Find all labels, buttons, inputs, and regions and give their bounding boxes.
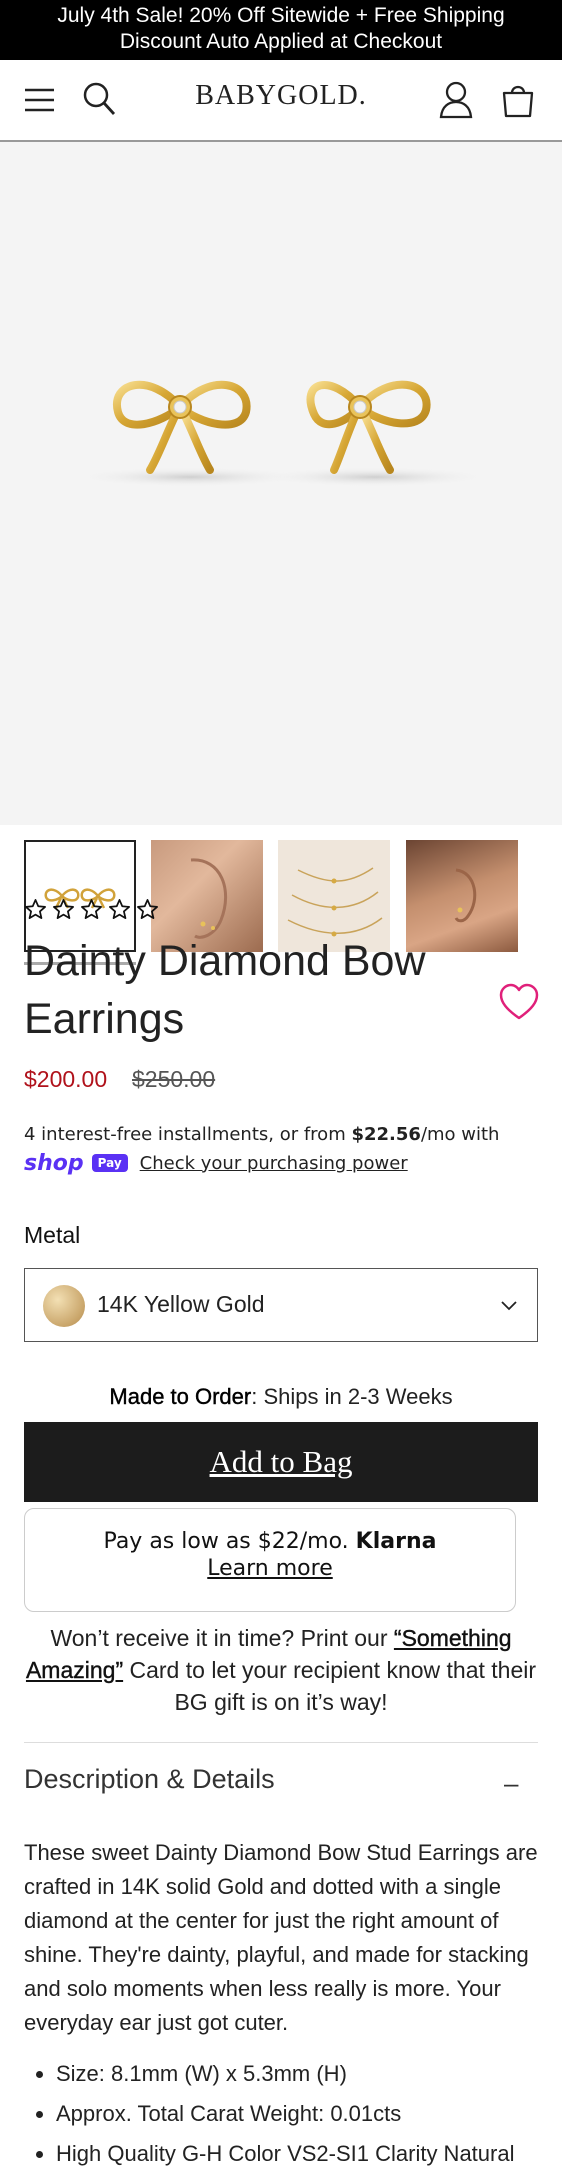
- shipping-info: Made to Order: Ships in 2-3 Weeks: [0, 1384, 562, 1410]
- star-icon: [53, 899, 74, 919]
- details-list: Size: 8.1mm (W) x 5.3mm (H) Approx. Tota…: [24, 2054, 554, 2174]
- announcement-bar: July 4th Sale! 20% Off Sitewide + Free S…: [0, 0, 562, 60]
- klarna-logo: Klarna: [355, 1529, 437, 1554]
- bow-earrings-image: [75, 380, 490, 487]
- klarna-price-text: Pay as low as $22/mo.: [103, 1529, 356, 1554]
- metal-label: Metal: [24, 1222, 81, 1248]
- klarna-text: Pay as low as $22/mo. Klarna: [25, 1529, 515, 1554]
- collapse-icon[interactable]: –: [504, 1768, 518, 1799]
- gift-card-promo: Won’t receive it in time? Print our “Som…: [24, 1622, 538, 1718]
- product-title: Dainty Diamond Bow Earrings: [24, 937, 426, 1043]
- chevron-down-icon: [501, 1301, 517, 1311]
- details-list-item: Approx. Total Carat Weight: 0.01cts: [56, 2094, 554, 2134]
- details-list-item: Size: 8.1mm (W) x 5.3mm (H): [56, 2054, 554, 2094]
- description-body: These sweet Dainty Diamond Bow Stud Earr…: [24, 1840, 538, 2035]
- ship-text: : Ships in 2-3 Weeks: [251, 1384, 453, 1409]
- promo-before: Won’t receive it in time? Print our: [50, 1625, 394, 1651]
- metal-swatch: [43, 1285, 85, 1327]
- add-to-bag-button[interactable]: Add to Bag: [24, 1422, 538, 1502]
- bag-icon[interactable]: [498, 80, 538, 120]
- installments-amount: $22.56: [351, 1124, 421, 1145]
- rating-stars[interactable]: [24, 898, 159, 926]
- account-icon[interactable]: [436, 80, 476, 120]
- metal-select[interactable]: 14K Yellow Gold: [24, 1268, 538, 1342]
- description-heading[interactable]: Description & Details: [24, 1764, 275, 1795]
- star-icon: [137, 899, 158, 919]
- klarna-banner[interactable]: Pay as low as $22/mo. Klarna Learn more: [24, 1508, 516, 1612]
- details-list-item: High Quality G-H Color VS2-SI1 Clarity N…: [56, 2134, 554, 2174]
- installments-prefix: 4 interest-free installments, or from: [24, 1124, 352, 1145]
- klarna-learn-more-link[interactable]: Learn more: [25, 1556, 515, 1581]
- compare-price: $250.00: [132, 1066, 216, 1092]
- installments-text: 4 interest-free installments, or from $2…: [24, 1122, 544, 1148]
- metal-selected-value: 14K Yellow Gold: [97, 1291, 265, 1317]
- shop-pay-badge: Pay: [91, 1154, 128, 1172]
- section-divider: [24, 1742, 538, 1743]
- shop-pay-logo: shop: [24, 1150, 84, 1176]
- announcement-line-1: July 4th Sale! 20% Off Sitewide + Free S…: [57, 4, 505, 27]
- wishlist-heart-icon[interactable]: [498, 982, 540, 1022]
- ship-label: Made to Order: [109, 1384, 252, 1409]
- promo-after: Card to let your recipient know that the…: [123, 1657, 537, 1715]
- product-main-image[interactable]: [0, 142, 562, 965]
- shop-pay-row: shop Pay Check your purchasing power: [24, 1150, 408, 1176]
- purchasing-power-link[interactable]: Check your purchasing power: [140, 1153, 408, 1174]
- installments-suffix: /mo with: [420, 1124, 500, 1145]
- brand-logo[interactable]: BABYGOLD.: [0, 80, 562, 112]
- star-icon: [109, 899, 130, 919]
- star-icon: [81, 899, 102, 919]
- site-header: BABYGOLD.: [0, 60, 562, 142]
- sale-price: $200.00: [24, 1066, 108, 1092]
- star-icon: [25, 899, 46, 919]
- announcement-line-2: Discount Auto Applied at Checkout: [119, 30, 443, 53]
